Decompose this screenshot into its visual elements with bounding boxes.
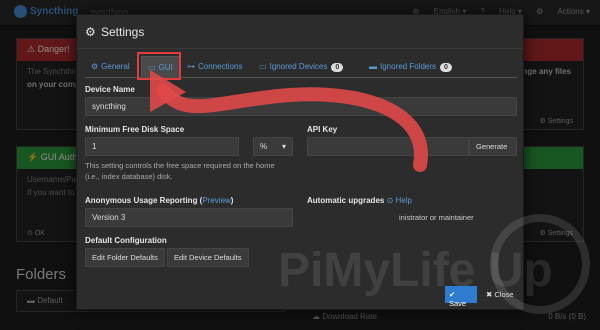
min-disk-help-line-2: (i.e., index database) disk. [85,172,173,181]
tab-general-label: General [101,62,130,71]
tab-ignored-devices[interactable]: ▭ Ignored Devices 0 [253,56,349,78]
upgrades-help-link[interactable]: Help [396,196,412,205]
tab-connections[interactable]: ⊶ Connections [181,56,248,78]
question-circle-icon[interactable]: ⊙ [387,196,394,205]
upgrades-help-text: inistrator or maintainer [399,213,474,222]
laptop-icon: ▭ [259,62,267,71]
api-key-label: API Key [307,125,338,134]
sitemap-icon: ⊶ [187,62,195,71]
default-config-label: Default Configuration [85,236,167,245]
automatic-upgrades-text: Automatic upgrades [307,196,385,205]
tab-connections-label: Connections [198,62,243,71]
settings-modal: ⚙ Settings ⚙ General ▭ GUI ⊶ Connections ▭ I… [76,14,524,310]
cog-icon: ⚙ [91,62,99,71]
folder-icon: ▬ [369,62,377,71]
api-key-input[interactable] [307,137,469,156]
usage-reporting-label: Anonymous Usage Reporting (Preview) [85,196,234,205]
check-icon: ✔ [449,290,456,299]
chevron-down-icon: ▾ [281,142,286,151]
usage-reporting-text: Anonymous Usage Reporting [85,196,198,205]
modal-header: ⚙ Settings [77,15,523,49]
min-disk-help-text: This setting controls the free space req… [85,160,275,182]
min-disk-help-line-1: This setting controls the free space req… [85,161,275,170]
generate-api-key-button[interactable]: Generate [469,137,517,156]
automatic-upgrades-label: Automatic upgrades ⊙ Help [307,196,412,205]
ignored-folders-count-badge: 0 [440,63,452,72]
save-label: Save [449,299,467,308]
ignored-devices-count-badge: 0 [331,63,344,72]
close-button[interactable]: ✖ Close [483,286,515,303]
edit-device-defaults-button[interactable]: Edit Device Defaults [167,248,249,267]
close-icon: ✖ [486,290,493,299]
min-disk-unit-select[interactable]: % ▾ [253,137,293,156]
save-button[interactable]: ✔ Save [445,286,477,308]
usage-reporting-select[interactable]: Version 3 [85,208,293,227]
edit-folder-defaults-button[interactable]: Edit Folder Defaults [85,248,165,267]
tab-ignored-folders-label: Ignored Folders [380,62,437,71]
gear-icon: ⚙ [85,25,96,39]
usage-reporting-value: Version 3 [92,213,126,222]
min-disk-space-label: Minimum Free Disk Space [85,125,185,134]
gui-tab-highlight-box [137,52,181,80]
tab-ignored-folders[interactable]: ▬ Ignored Folders 0 [363,56,458,78]
device-name-input[interactable]: syncthing [85,97,517,116]
tab-general[interactable]: ⚙ General [85,56,136,78]
preview-link[interactable]: Preview [202,196,230,205]
device-name-label: Device Name [85,85,135,94]
min-disk-space-input[interactable]: 1 [85,137,239,156]
min-disk-unit-value: % [260,142,268,151]
tab-ignored-devices-label: Ignored Devices [269,62,328,71]
modal-title: Settings [101,25,145,39]
close-label: Close [494,290,514,299]
